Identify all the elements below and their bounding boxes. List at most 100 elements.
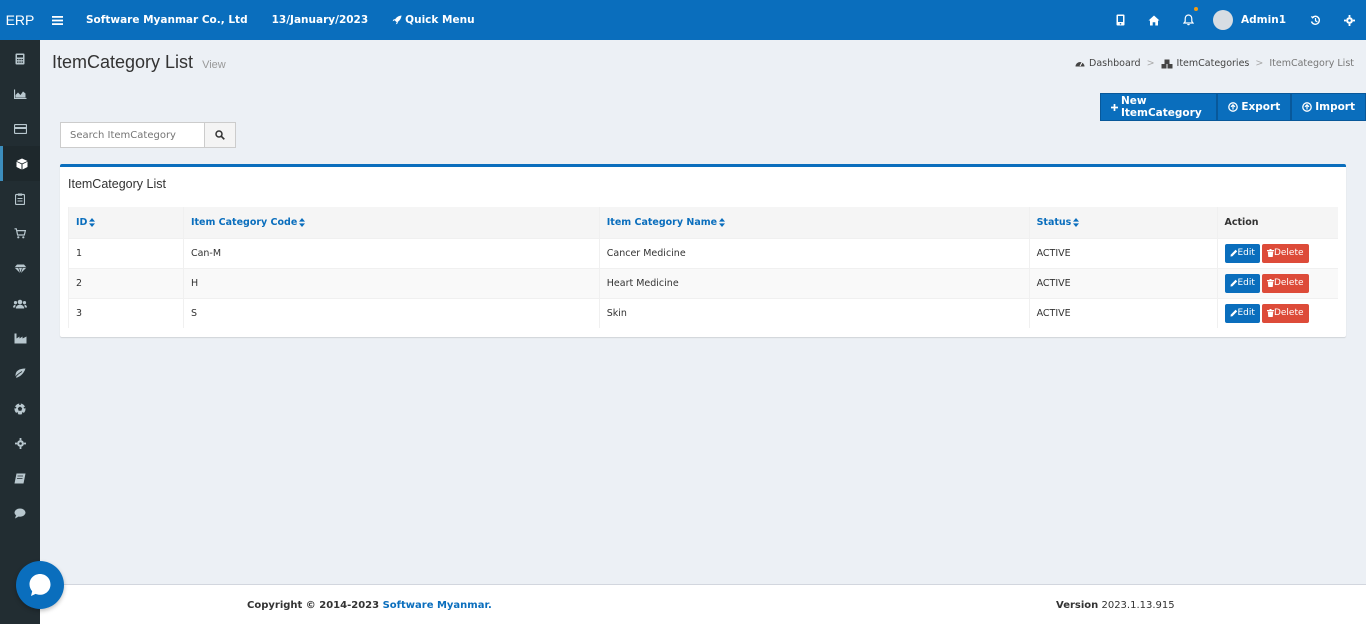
cell-name: Heart Medicine xyxy=(598,267,1030,298)
trash-icon xyxy=(1266,249,1274,257)
table-row: 1 Can-M Cancer Medicine ACTIVE Edit Delet… xyxy=(68,237,1338,268)
breadcrumb-item-categories[interactable]: ItemCategories xyxy=(1177,58,1250,69)
sidebar-item-chat[interactable] xyxy=(0,496,40,531)
sidebar-item-users[interactable] xyxy=(0,286,40,321)
sidebar-item-diamond[interactable] xyxy=(0,251,40,286)
gear-icon xyxy=(1343,14,1355,26)
new-item-category-label: New ItemCategory xyxy=(1120,95,1202,119)
box-title: ItemCategory List xyxy=(68,177,166,191)
rocket-icon xyxy=(392,15,402,25)
hamburger-icon xyxy=(51,15,63,25)
pencil-icon xyxy=(1230,310,1237,317)
area-chart-icon xyxy=(13,89,26,99)
sidebar-item-items[interactable] xyxy=(0,146,40,181)
column-header-code[interactable]: Item Category Code xyxy=(182,207,600,238)
delete-button[interactable]: Delete xyxy=(1261,243,1309,263)
table-row: 2 H Heart Medicine ACTIVE Edit Delete xyxy=(68,267,1338,298)
cell-status: ACTIVE xyxy=(1028,237,1217,268)
clipboard-icon xyxy=(15,193,25,205)
quick-menu-button[interactable]: Quick Menu xyxy=(392,14,475,26)
column-header-id[interactable]: ID xyxy=(68,207,184,238)
edit-button[interactable]: Edit xyxy=(1224,273,1260,293)
search-input[interactable] xyxy=(60,122,205,148)
sidebar-item-industry[interactable] xyxy=(0,321,40,356)
item-category-table: ID Item Category Code Item Category Name… xyxy=(68,207,1338,328)
app-logo[interactable]: ERP xyxy=(0,0,40,40)
leaf-icon xyxy=(14,368,26,379)
page-title: ItemCategory List View xyxy=(52,52,226,73)
item-category-box: ItemCategory List ID Item Category Code … xyxy=(60,164,1346,337)
sort-icon xyxy=(719,217,726,227)
sidebar xyxy=(0,40,40,624)
export-label: Export xyxy=(1241,101,1281,113)
column-header-status[interactable]: Status xyxy=(1028,207,1217,238)
sort-icon xyxy=(89,217,96,227)
footer: Copyright © 2014-2023 Software Myanmar. … xyxy=(40,584,1366,624)
gear-icon xyxy=(14,438,26,449)
sort-icon xyxy=(299,217,306,227)
page-subtitle: View xyxy=(202,59,226,71)
export-button[interactable]: Export xyxy=(1217,93,1292,121)
table-header-row: ID Item Category Code Item Category Name… xyxy=(68,207,1338,238)
history-button[interactable] xyxy=(1298,0,1332,40)
cell-code: Can-M xyxy=(182,237,600,268)
breadcrumb-separator: > xyxy=(1255,58,1264,69)
sidebar-item-settings[interactable] xyxy=(0,426,40,461)
sort-icon xyxy=(1073,217,1080,227)
breadcrumb-dashboard[interactable]: Dashboard xyxy=(1089,58,1141,69)
sidebar-item-cart[interactable] xyxy=(0,216,40,251)
sidebar-item-book[interactable] xyxy=(0,461,40,496)
mobile-icon-button[interactable] xyxy=(1103,0,1137,40)
cell-name: Cancer Medicine xyxy=(598,237,1030,268)
table-row: 3 S Skin ACTIVE Edit Delete xyxy=(68,297,1338,328)
users-icon xyxy=(13,299,27,308)
chat-bubble-icon xyxy=(29,574,51,596)
search-button[interactable] xyxy=(205,122,236,148)
user-menu[interactable]: Admin1 xyxy=(1205,0,1298,40)
notification-dot xyxy=(1194,7,1199,11)
cell-actions: Edit Delete xyxy=(1216,237,1338,268)
circle-arrow-up-icon xyxy=(1302,102,1313,112)
cell-code: S xyxy=(182,297,600,328)
mobile-icon xyxy=(1116,14,1125,26)
sidebar-item-sports[interactable] xyxy=(0,391,40,426)
sidebar-item-chart[interactable] xyxy=(0,76,40,111)
footer-brand-link[interactable]: Software Myanmar. xyxy=(383,600,492,611)
top-navbar: ERP Software Myanmar Co., Ltd 13/January… xyxy=(0,0,1366,40)
sidebar-item-leaf[interactable] xyxy=(0,356,40,391)
delete-button[interactable]: Delete xyxy=(1261,303,1309,323)
notifications-button[interactable] xyxy=(1171,0,1205,40)
trash-icon xyxy=(1266,309,1274,318)
search-group xyxy=(60,122,236,148)
edit-button[interactable]: Edit xyxy=(1224,243,1260,263)
home-button[interactable] xyxy=(1137,0,1171,40)
soccer-ball-icon xyxy=(14,402,26,414)
cell-code: H xyxy=(182,267,600,298)
delete-button[interactable]: Delete xyxy=(1261,273,1309,293)
chat-widget-button[interactable] xyxy=(16,561,64,609)
import-button[interactable]: Import xyxy=(1291,93,1366,121)
edit-button[interactable]: Edit xyxy=(1224,303,1260,323)
settings-button[interactable] xyxy=(1332,0,1366,40)
cell-status: ACTIVE xyxy=(1028,267,1217,298)
sidebar-item-calculator[interactable] xyxy=(0,41,40,76)
column-header-name[interactable]: Item Category Name xyxy=(598,207,1030,238)
import-label: Import xyxy=(1315,101,1355,113)
diamond-icon xyxy=(14,264,26,274)
page-title-text: ItemCategory List xyxy=(52,52,194,72)
column-header-action: Action xyxy=(1216,207,1338,238)
credit-card-icon xyxy=(13,123,27,134)
company-name[interactable]: Software Myanmar Co., Ltd xyxy=(86,14,248,26)
current-date: 13/January/2023 xyxy=(271,14,369,26)
sidebar-toggle-button[interactable] xyxy=(40,0,74,40)
new-item-category-button[interactable]: New ItemCategory xyxy=(1100,93,1218,121)
circle-arrow-up-icon xyxy=(1228,102,1239,112)
quick-menu-label: Quick Menu xyxy=(405,14,475,26)
sidebar-item-payments[interactable] xyxy=(0,111,40,146)
sidebar-item-clipboard[interactable] xyxy=(0,181,40,216)
cubes-icon xyxy=(1161,59,1173,68)
industry-icon xyxy=(14,333,26,344)
footer-version: Version 2023.1.13.915 xyxy=(1056,600,1175,611)
cube-icon xyxy=(16,158,27,169)
bell-icon xyxy=(1182,14,1194,26)
